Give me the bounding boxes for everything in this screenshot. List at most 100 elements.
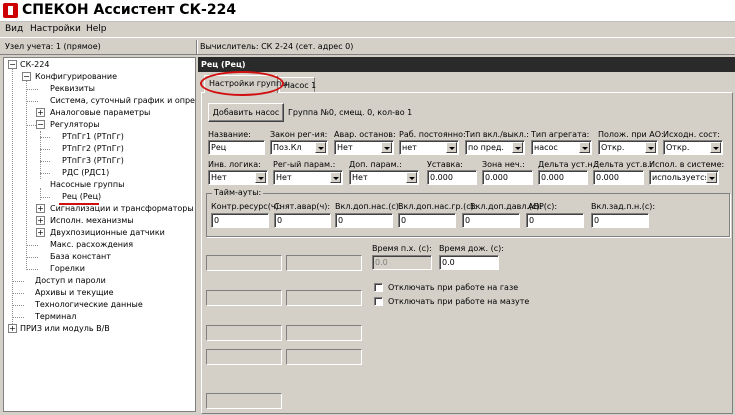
label-use-in-system: Испол. в системе: <box>649 160 725 169</box>
name-input[interactable]: Рец <box>208 140 265 155</box>
init-state-select[interactable]: Откр. <box>663 140 723 155</box>
use-in-system-select[interactable]: используется <box>649 170 719 185</box>
dropdown-arrow-icon[interactable] <box>446 142 457 153</box>
tree-item[interactable]: Технологические данные <box>35 300 143 310</box>
label-inv-logic: Инв. логика: <box>208 160 261 169</box>
setpoint-input[interactable]: 0.000 <box>427 170 477 185</box>
tree-item[interactable]: Регуляторы <box>50 120 100 130</box>
add-pump-button[interactable]: Добавить насос <box>208 103 284 122</box>
dropdown-arrow-icon[interactable] <box>706 172 717 183</box>
tree-item[interactable]: База констант <box>50 252 111 262</box>
group-info: Группа №0, смещ. 0, кол-во 1 <box>288 108 413 117</box>
unit-type-select[interactable]: насос <box>531 140 592 155</box>
reg-param-select[interactable]: Нет <box>273 170 343 185</box>
dropdown-arrow-icon[interactable] <box>315 142 326 153</box>
menu-view[interactable]: Вид <box>5 24 23 34</box>
dropdown-arrow-icon[interactable] <box>381 142 392 153</box>
delta-high-input[interactable]: 0.000 <box>593 170 644 185</box>
pos-ao-value: Откр. <box>601 143 625 152</box>
expand-icon[interactable]: + <box>36 216 45 225</box>
tree-item[interactable]: Система, суточный график и опрессо <box>50 96 195 106</box>
label-setpoint: Уставка: <box>427 160 463 169</box>
label-reg-law: Закон рег-ия: <box>270 130 328 139</box>
dropdown-arrow-icon[interactable] <box>406 172 417 183</box>
ctrl-resource-input[interactable]: 0 <box>211 213 269 228</box>
tree-item[interactable]: РДС (РДС1) <box>62 168 109 178</box>
avr-input[interactable]: 0 <box>526 213 584 228</box>
gas-off-label: Отключать при работе на газе <box>388 283 519 292</box>
alarm-stop-value: Нет <box>337 143 353 152</box>
label-reg-param: Рег-ый парам.: <box>273 160 336 169</box>
dropdown-arrow-icon[interactable] <box>512 142 523 153</box>
label-init-state: Исходн. сост: <box>663 130 720 139</box>
menu-settings[interactable]: Настройки <box>30 24 81 34</box>
mazut-off-checkbox[interactable] <box>374 297 383 306</box>
collapse-icon[interactable]: − <box>36 120 45 129</box>
time-dozh-input[interactable]: 0.0 <box>439 255 499 270</box>
tree-item[interactable]: Сигнализации и трансформаторы <box>50 204 194 214</box>
time-px-input[interactable]: 0.0 <box>372 255 432 270</box>
tree-item[interactable]: Горелки <box>50 264 85 274</box>
tree-item[interactable]: Доступ и пароли <box>35 276 106 286</box>
collapse-icon[interactable]: − <box>8 60 17 69</box>
gas-off-checkbox[interactable] <box>374 283 383 292</box>
empty-field <box>206 349 282 365</box>
label-delta-low: Дельта уст.н.: <box>538 160 598 169</box>
tree-item[interactable]: РТпГг2 (РТпГг) <box>62 144 124 154</box>
clear-alarm-input[interactable]: 0 <box>274 213 331 228</box>
tree-item[interactable]: Аналоговые параметры <box>50 108 150 118</box>
alarm-stop-select[interactable]: Нет <box>334 140 394 155</box>
dropdown-arrow-icon[interactable] <box>255 172 266 183</box>
label-alarm-stop: Авар. останов: <box>334 130 396 139</box>
tree-item-root[interactable]: СК-224 <box>20 60 49 70</box>
add-pressure-on-input[interactable]: 0 <box>462 213 520 228</box>
delay-on-input[interactable]: 0 <box>591 213 649 228</box>
add-param-select[interactable]: Нет <box>349 170 419 185</box>
expand-icon[interactable]: + <box>36 228 45 237</box>
tree-item[interactable]: Макс. расхождения <box>50 240 133 250</box>
mazut-off-label: Отключать при работе на мазуте <box>388 297 530 306</box>
tree-item[interactable]: РТпГг1 (РТпГг) <box>62 132 124 142</box>
tree-item[interactable]: Насосные группы <box>50 180 124 190</box>
expand-icon[interactable]: + <box>8 324 17 333</box>
reg-law-select[interactable]: Поз.Кл <box>270 140 328 155</box>
delta-low-input[interactable]: 0.000 <box>538 170 588 185</box>
add-pump-on-input[interactable]: 0 <box>335 213 393 228</box>
tree-item[interactable]: ПРИЗ или модуль В/В <box>20 324 110 334</box>
label-ctrl-resource: Контр.ресурс(ч): <box>211 202 282 211</box>
collapse-icon[interactable]: − <box>22 72 31 81</box>
tree-item[interactable]: РТпГг3 (РТпГг) <box>62 156 124 166</box>
dropdown-arrow-icon[interactable] <box>710 142 721 153</box>
settings-panel: Добавить насос Группа №0, смещ. 0, кол-в… <box>201 92 733 414</box>
expand-icon[interactable]: + <box>36 204 45 213</box>
deadzone-input[interactable]: 0.000 <box>482 170 533 185</box>
tree-item[interactable]: Архивы и текущие <box>35 288 114 298</box>
label-unit-type: Тип агрегата: <box>531 130 590 139</box>
label-add-pump-group-on: Вкл.доп.нас.гр.(с): <box>398 202 477 211</box>
navigation-tree[interactable]: − СК-224 − Конфигурирование Реквизиты Си… <box>3 57 196 412</box>
label-avr: АВР(с): <box>528 202 558 211</box>
tree-item[interactable]: Исполн. механизмы <box>50 216 134 226</box>
dropdown-arrow-icon[interactable] <box>579 142 590 153</box>
expand-icon[interactable]: + <box>36 108 45 117</box>
tree-item[interactable]: Реквизиты <box>50 84 95 94</box>
tree-item-selected[interactable]: Рец (Рец) <box>62 192 101 202</box>
dropdown-arrow-icon[interactable] <box>330 172 341 183</box>
menu-bar: Вид Настройки Help <box>0 22 735 38</box>
onoff-type-select[interactable]: по пред. <box>465 140 525 155</box>
pos-ao-select[interactable]: Откр. <box>598 140 658 155</box>
empty-field <box>206 290 282 306</box>
tree-item[interactable]: Двухпозиционные датчики <box>50 228 165 238</box>
add-pump-group-on-input[interactable]: 0 <box>398 213 456 228</box>
inv-logic-select[interactable]: Нет <box>208 170 268 185</box>
add-param-value: Нет <box>352 173 368 182</box>
label-clear-alarm: Снят.авар(ч): <box>274 202 331 211</box>
dropdown-arrow-icon[interactable] <box>645 142 656 153</box>
tab-group-settings[interactable]: Настройки группы <box>204 75 288 93</box>
menu-help[interactable]: Help <box>86 24 107 34</box>
app-icon <box>3 3 18 18</box>
tree-item[interactable]: Терминал <box>35 312 76 322</box>
tree-item-config[interactable]: Конфигурирование <box>35 72 117 82</box>
work-const-select[interactable]: нет <box>399 140 459 155</box>
inv-logic-value: Нет <box>211 173 227 182</box>
